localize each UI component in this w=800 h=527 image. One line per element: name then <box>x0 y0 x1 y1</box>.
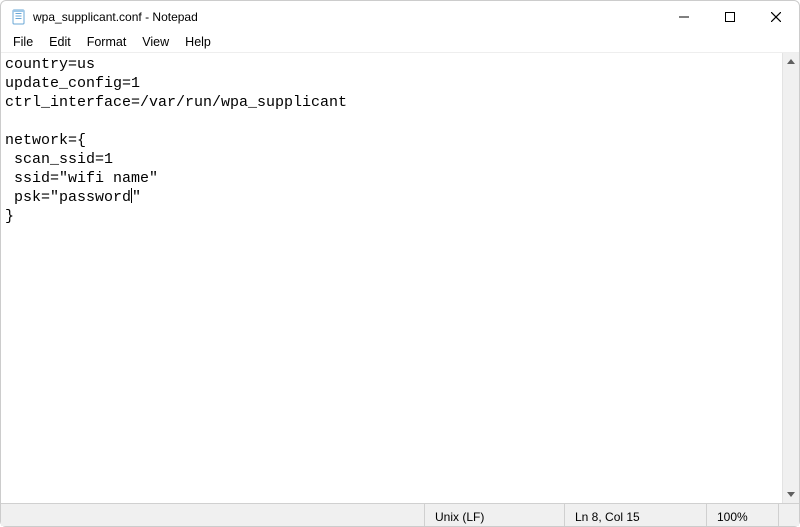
editor-line: country=us <box>5 56 95 73</box>
menu-edit[interactable]: Edit <box>41 33 79 51</box>
window-title: wpa_supplicant.conf - Notepad <box>33 10 198 24</box>
menu-file[interactable]: File <box>5 33 41 51</box>
text-editor[interactable]: country=us update_config=1 ctrl_interfac… <box>1 53 782 503</box>
editor-wrap: country=us update_config=1 ctrl_interfac… <box>1 53 799 503</box>
maximize-button[interactable] <box>707 1 753 32</box>
status-empty <box>1 504 424 526</box>
window-controls <box>661 1 799 32</box>
editor-line: ctrl_interface=/var/run/wpa_supplicant <box>5 94 347 111</box>
menu-help[interactable]: Help <box>177 33 219 51</box>
scroll-up-icon[interactable] <box>783 53 799 70</box>
editor-line: } <box>5 208 14 225</box>
editor-line: network={ <box>5 132 86 149</box>
editor-line: " <box>132 189 141 206</box>
editor-line: scan_ssid=1 <box>5 151 113 168</box>
status-tail <box>778 504 799 526</box>
status-position: Ln 8, Col 15 <box>564 504 706 526</box>
menu-bar: File Edit Format View Help <box>1 32 799 53</box>
minimize-button[interactable] <box>661 1 707 32</box>
notepad-icon <box>11 9 27 25</box>
editor-line: psk="password <box>5 189 131 206</box>
editor-line: ssid="wifi name" <box>5 170 158 187</box>
title-bar: wpa_supplicant.conf - Notepad <box>1 1 799 32</box>
close-button[interactable] <box>753 1 799 32</box>
editor-line: update_config=1 <box>5 75 140 92</box>
status-bar: Unix (LF) Ln 8, Col 15 100% <box>1 503 799 526</box>
status-eol: Unix (LF) <box>424 504 564 526</box>
scroll-down-icon[interactable] <box>783 486 799 503</box>
vertical-scrollbar[interactable] <box>782 53 799 503</box>
menu-format[interactable]: Format <box>79 33 135 51</box>
menu-view[interactable]: View <box>134 33 177 51</box>
status-zoom: 100% <box>706 504 778 526</box>
scroll-track[interactable] <box>783 70 799 486</box>
